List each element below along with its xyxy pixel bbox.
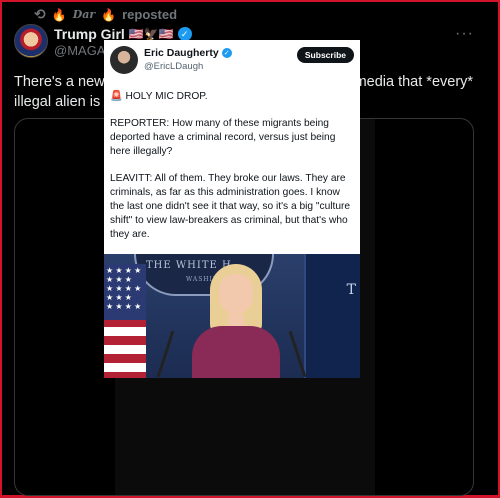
embedded-tweet-body: 🚨 HOLY MIC DROP. REPORTER: How many of t… [110,90,356,255]
verified-badge-icon[interactable]: ✓ [177,27,192,41]
microphone [156,330,175,378]
reposter-name[interactable]: Dar [73,8,95,21]
verified-badge-icon: ✓ [221,48,232,58]
panel-text: T [346,282,356,298]
fire-emoji-icon: 🔥 [51,7,67,22]
press-briefing-scene: THE WHITE H WASHINGTO ★ ★ ★ ★★ ★ ★★ ★ ★ … [104,254,360,378]
embedded-paragraph: 🚨 HOLY MIC DROP. [110,91,208,102]
embedded-paragraph: LEAVITT: All of them. They broke our law… [110,173,351,240]
embedded-author-name-row: Eric Daugherty ✓ [144,47,232,59]
embedded-tweet-card: Eric Daugherty ✓ @EricLDaugh Subscribe 🚨… [104,40,360,254]
embedded-author-name: Eric Daugherty [144,47,219,59]
repost-icon: ⟲ [34,6,46,22]
us-flag-canton: ★ ★ ★ ★ ★ ★ ★ ★ ★ ★ ★ ★ ★ ★ ★ ★ ★ ★ [104,264,146,320]
embedded-author-handle: @EricLDaugh [144,61,204,72]
more-options-icon[interactable]: ··· [455,25,474,43]
speaker-face [219,274,253,314]
embedded-author-avatar [110,46,138,74]
speaker-jacket [192,326,280,378]
repost-indicator[interactable]: ⟲ 🔥 Dar 🔥 reposted [34,6,177,23]
repost-label: reposted [122,7,178,22]
author-flags: 🇺🇸🦅🇺🇸 [128,27,174,41]
fire-emoji-icon: 🔥 [101,7,117,22]
embedded-paragraph: REPORTER: How many of these migrants bei… [110,118,336,157]
speaker-figure [186,264,286,378]
background-panel: T [304,254,360,378]
author-avatar[interactable] [14,24,48,58]
subscribe-button: Subscribe [296,47,354,63]
